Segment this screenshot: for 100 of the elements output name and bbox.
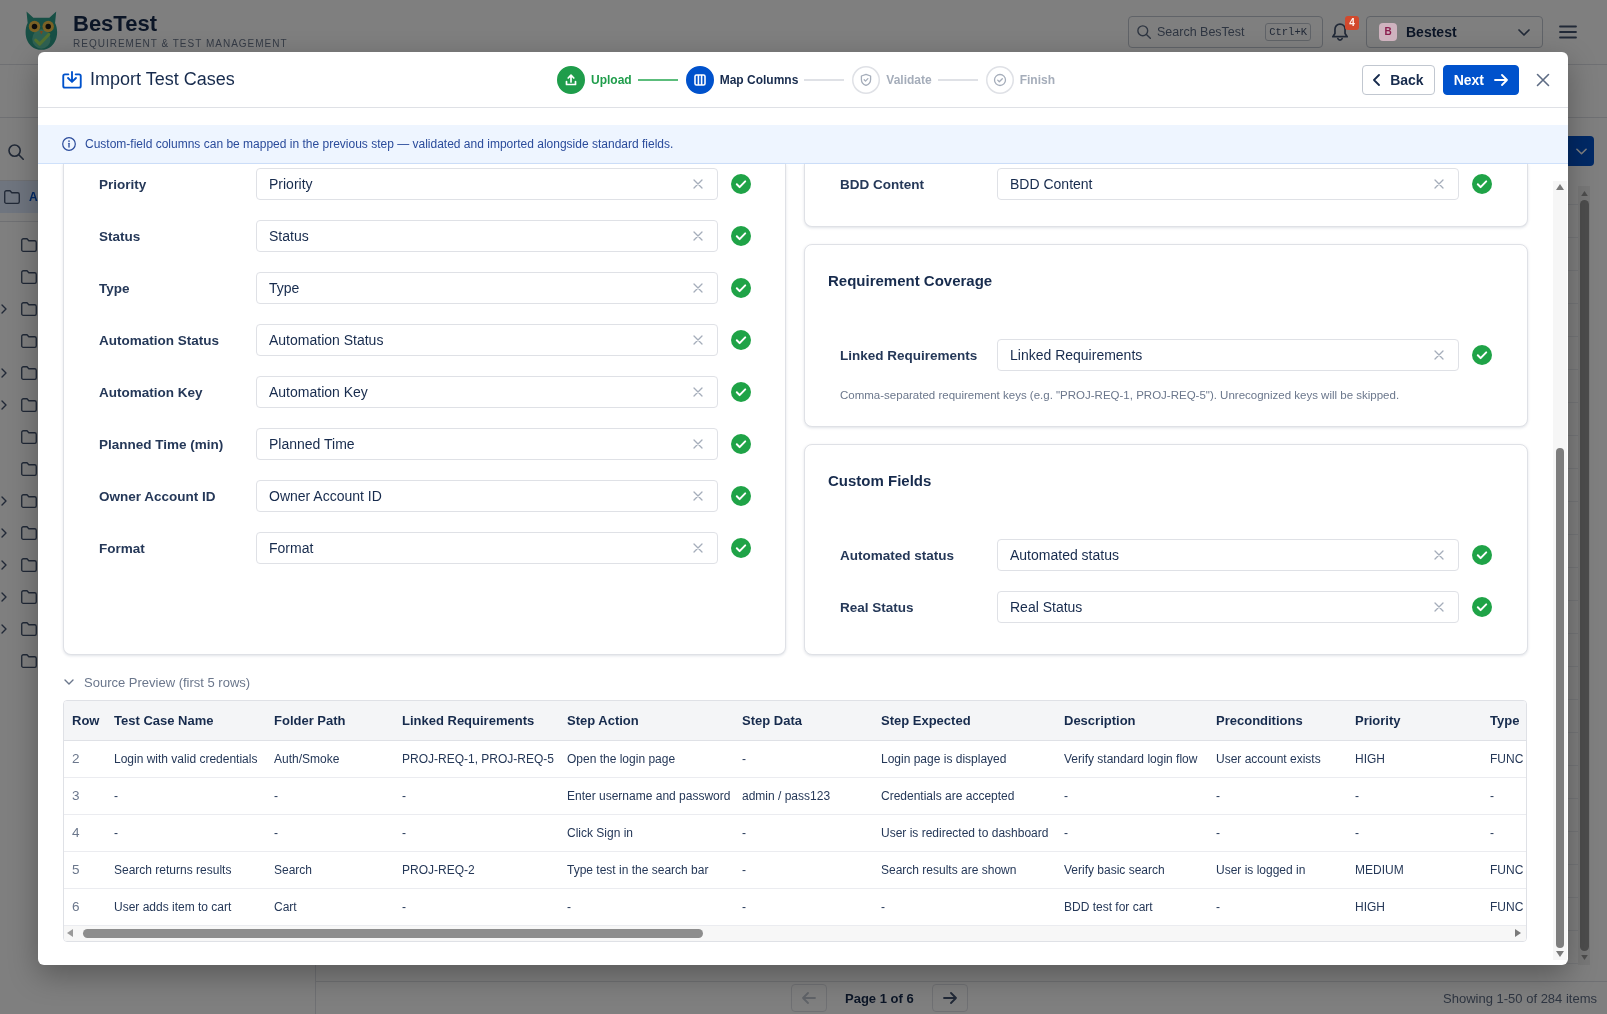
column-header: Step Data [734,701,873,740]
user-menu[interactable]: B Bestest [1366,16,1543,48]
row-number: 2 [64,740,106,777]
field-label: Priority [99,176,148,192]
next-button[interactable]: Next [1442,64,1519,95]
column-select[interactable]: Automation Key [256,376,718,408]
chevron-right-icon[interactable] [1,400,7,410]
table-cell: HIGH [1347,740,1483,777]
notification-badge: 4 [1345,16,1359,30]
column-select[interactable]: Owner Account ID [256,480,718,512]
chevron-right-icon[interactable] [1,592,7,602]
scrollbar-thumb[interactable] [83,928,703,938]
chevron-right-icon[interactable] [1,368,7,378]
column-select[interactable]: Format [256,532,718,564]
x-icon[interactable] [1434,602,1444,612]
field-label: Linked Requirements [840,347,979,363]
row-number: 3 [64,777,106,814]
folder-icon [21,366,37,380]
chevron-right-icon[interactable] [1,624,7,634]
column-select[interactable]: Priority [256,168,718,200]
x-icon[interactable] [693,335,703,345]
column-select[interactable]: Linked Requirements [997,339,1459,371]
brand-name: BesTest [73,11,158,37]
download-icon [62,70,82,89]
x-icon[interactable] [693,179,703,189]
field-label: Automated status [840,547,955,563]
triangle-up-icon[interactable] [1580,191,1588,196]
table-cell: - [394,777,559,814]
back-button[interactable]: Back [1362,64,1435,95]
step-label: Finish [1019,72,1055,87]
x-icon[interactable] [693,283,703,293]
table-cell: Click Sign in [559,814,734,851]
next-page-button[interactable] [931,984,968,1012]
column-header: Step Action [559,701,734,740]
folder-icon [21,430,37,444]
chevron-down-icon [1518,28,1530,36]
triangle-down-icon[interactable] [1580,955,1588,960]
brand-tagline: REQUIREMENT & TEST MANAGEMENT [73,38,288,50]
triangle-right-icon[interactable] [1515,929,1521,937]
table-cell: User is logged in [1208,851,1347,888]
x-icon[interactable] [693,543,703,553]
triangle-up-icon[interactable] [1556,184,1564,190]
column-select[interactable]: Real Status [997,591,1459,623]
triangle-down-icon[interactable] [1556,951,1564,957]
table-cell: User account exists [1208,740,1347,777]
field-label: Status [99,228,142,244]
table-cell: Search [266,851,394,888]
x-icon[interactable] [693,231,703,241]
row-number: 5 [64,851,106,888]
card-title: Custom Fields [828,471,932,491]
column-select[interactable]: Automation Status [256,324,718,356]
table-cell: - [1208,888,1347,925]
table-cell: FUNC [1483,740,1526,777]
step-label: Upload [590,72,632,87]
column-header: Folder Path [266,701,394,740]
column-select[interactable]: BDD Content [997,168,1459,200]
chevron-right-icon[interactable] [1,528,7,538]
shortcut-hint: Ctrl+K [1265,23,1311,41]
arrow-right-icon [942,992,957,1004]
chevron-right-icon[interactable] [1,496,7,506]
column-header: Preconditions [1208,701,1347,740]
close-icon[interactable] [1536,72,1550,87]
menu-icon[interactable] [1559,25,1577,39]
bell-icon[interactable] [1331,23,1349,41]
table-cell: - [559,888,734,925]
x-icon[interactable] [693,491,703,501]
scrollbar-thumb[interactable] [1579,200,1589,951]
table-cell: MEDIUM [1347,851,1483,888]
folder-icon [21,494,37,508]
step-connector [804,78,845,81]
column-header: Step Expected [873,701,1056,740]
x-icon[interactable] [693,439,703,449]
column-select[interactable]: Automated status [997,539,1459,571]
table-cell: Open the login page [559,740,734,777]
chevron-right-icon[interactable] [1,304,7,314]
table-cell: Login page is displayed [873,740,1056,777]
table-cell: Type test in the search bar [559,851,734,888]
table-cell: admin / pass123 [734,777,873,814]
column-select[interactable]: Type [256,272,718,304]
search-icon[interactable] [8,144,24,160]
step-connector [937,78,978,81]
column-select[interactable]: Planned Time [256,428,718,460]
x-icon[interactable] [693,387,703,397]
x-icon[interactable] [1434,350,1444,360]
column-select[interactable]: Status [256,220,718,252]
scrollbar-thumb[interactable] [1556,448,1564,948]
preview-toggle[interactable]: Source Preview (first 5 rows) [63,672,251,692]
dropdown-button[interactable] [1568,136,1594,166]
table-cell: - [1483,814,1526,851]
banner-text: Custom-field columns can be mapped in the previous step — validated and imported alongside standard fields. [85,137,674,151]
table-cell: Verify standard login flow [1056,740,1208,777]
arrow-right-icon [1494,73,1508,86]
chevron-right-icon[interactable] [1,560,7,570]
table-cell: User is redirected to dashboard [873,814,1056,851]
triangle-left-icon[interactable] [67,929,73,937]
x-icon[interactable] [1434,179,1444,189]
folder-icon [4,190,20,204]
folder-icon [21,590,37,604]
folder-icon [21,654,37,668]
x-icon[interactable] [1434,550,1444,560]
